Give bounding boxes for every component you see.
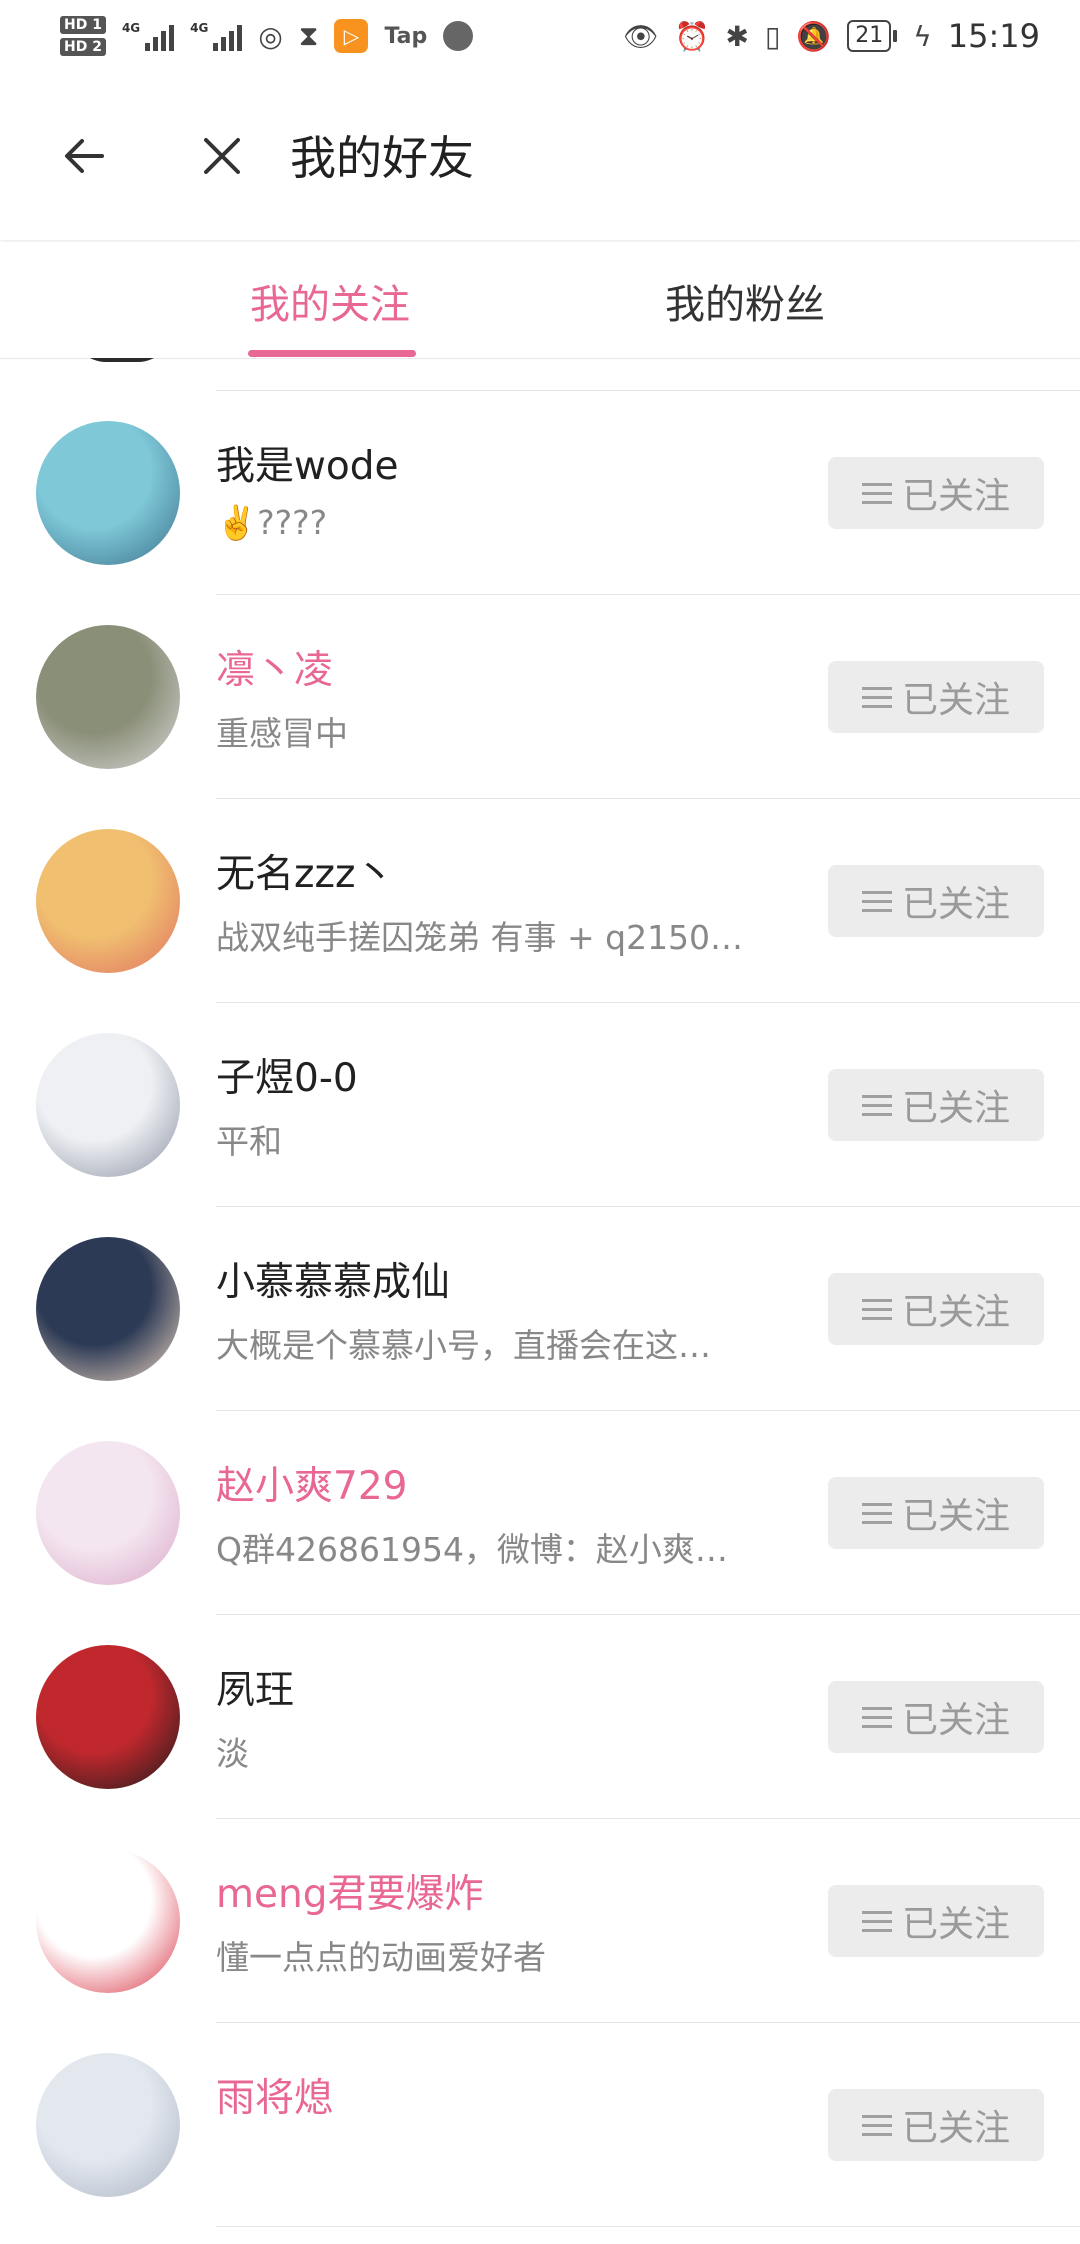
arrow-left-icon <box>65 139 104 173</box>
menu-icon <box>861 1910 892 1932</box>
menu-icon <box>861 686 892 708</box>
menu-icon <box>861 890 892 912</box>
followed-button[interactable]: 已关注 <box>828 457 1044 529</box>
tap-app-icon: ▷ <box>334 19 369 53</box>
status-bar-left: HD 1 HD 2 4G 4G ◎ ⧗ ▷ Tap <box>60 16 474 56</box>
alarm-icon: ⏰ <box>674 19 710 53</box>
list-item[interactable]: 凛丶凌重感冒中 已关注 <box>0 595 1080 799</box>
user-signature: 大概是个慕慕小号，直播会在这… <box>216 1326 711 1365</box>
list-item[interactable]: 夙玨淡 已关注 <box>0 1615 1080 1819</box>
globe-icon <box>443 21 474 51</box>
top-app-bar: 我的好友 <box>0 72 1080 240</box>
user-signature: 懂一点点的动画爱好者 <box>216 1938 546 1977</box>
menu-icon <box>861 1094 892 1116</box>
following-list[interactable]: 我是wode ✌️???? 已关注 凛丶凌 重感冒中 已关注 无名zzz丶 战双纯手搓囚笼弟 … <box>0 358 1080 2244</box>
list-item[interactable]: 小慕慕慕成仙大概是个慕慕小号，直播会在这… 已关注 <box>0 1207 1080 1411</box>
battery-icon: 21 <box>847 20 898 52</box>
menu-icon <box>861 1706 892 1728</box>
user-name[interactable]: 我是wode <box>216 435 399 491</box>
followed-button[interactable]: 已关注 <box>828 2089 1044 2161</box>
user-signature: Q群426861954，微博：赵小爽… <box>216 1530 728 1569</box>
avatar[interactable] <box>36 2053 180 2197</box>
followed-button[interactable]: 已关注 <box>828 1477 1044 1549</box>
close-button[interactable] <box>190 124 254 188</box>
avatar[interactable] <box>36 421 180 565</box>
bluetooth-icon: ✱ <box>725 19 749 53</box>
avatar[interactable] <box>36 829 180 973</box>
signal-icon-2: 4G <box>190 21 243 51</box>
followed-button-label: 已关注 <box>901 1292 1010 1333</box>
hd2-label: HD 2 <box>60 38 106 56</box>
net2-label: 4G <box>190 21 209 35</box>
tab-bar: 我的关注 我的粉丝 <box>0 242 1080 359</box>
menu-icon <box>861 1298 892 1320</box>
followed-button[interactable]: 已关注 <box>828 1885 1044 1957</box>
user-name[interactable]: 小慕慕慕成仙 <box>216 1251 450 1307</box>
vibrate-icon: ▯ <box>765 19 781 53</box>
status-bar-right: 👁 ⏰ ✱ ▯ 🔕 21 ϟ 15:19 <box>623 17 1040 55</box>
page-title: 我的好友 <box>290 131 474 185</box>
charging-icon: ϟ <box>913 19 932 53</box>
user-signature: 重感冒中 <box>216 714 348 753</box>
status-bar: HD 1 HD 2 4G 4G ◎ ⧗ ▷ Tap 👁 ⏰ ✱ ▯ 🔕 21 ϟ… <box>0 0 1080 72</box>
list-item[interactable]: 赵小爽729 Q群426861954，微博：赵小爽… 已关注 <box>0 1411 1080 1615</box>
tap-label: Tap <box>384 23 428 49</box>
followed-button-label: 已关注 <box>901 476 1010 517</box>
followed-button[interactable]: 已关注 <box>828 1069 1044 1141</box>
followed-button-label: 已关注 <box>901 2108 1010 2149</box>
divider <box>216 2226 1080 2227</box>
followed-button-label: 已关注 <box>901 1496 1010 1537</box>
avatar[interactable] <box>36 1441 180 1585</box>
user-name[interactable]: 无名zzz丶 <box>216 843 394 899</box>
followed-button[interactable]: 已关注 <box>828 661 1044 733</box>
tab-fans[interactable]: 我的粉丝 <box>665 272 825 330</box>
menu-icon <box>861 482 892 504</box>
followed-button-label: 已关注 <box>901 1700 1010 1741</box>
list-item[interactable]: 我是wode ✌️???? 已关注 <box>0 391 1080 595</box>
followed-button-label: 已关注 <box>901 884 1010 925</box>
net1-label: 4G <box>121 21 141 35</box>
list-item[interactable]: 子煜0-0 平和 已关注 <box>0 1003 1080 1207</box>
followed-button-label: 已关注 <box>901 680 1010 721</box>
list-item[interactable]: meng君要爆炸懂一点点的动画爱好者 已关注 <box>0 1819 1080 2023</box>
hd1-label: HD 1 <box>60 16 106 34</box>
user-signature: 平和 <box>216 1122 282 1161</box>
avatar[interactable] <box>72 358 172 362</box>
avatar[interactable] <box>36 1849 180 1993</box>
list-item[interactable]: 雨将熄已关注 <box>0 2023 1080 2227</box>
mute-icon: 🔕 <box>796 19 832 53</box>
list-item[interactable]: 无名zzz丶战双纯手搓囚笼弟 有事 + q2150… 已关注 <box>0 799 1080 1003</box>
followed-button-label: 已关注 <box>901 1904 1010 1945</box>
user-name[interactable]: 雨将熄 <box>216 2067 333 2123</box>
hourglass-icon: ⧗ <box>298 19 319 52</box>
user-name[interactable]: meng君要爆炸 <box>216 1863 483 1919</box>
hd-indicator: HD 1 HD 2 <box>60 16 106 56</box>
user-signature: 淡 <box>216 1734 249 1773</box>
avatar[interactable] <box>36 1645 180 1789</box>
tab-following[interactable]: 我的关注 <box>250 272 410 330</box>
followed-button[interactable]: 已关注 <box>828 1273 1044 1345</box>
avatar[interactable] <box>36 1033 180 1177</box>
menu-icon <box>861 2114 892 2136</box>
menu-icon <box>861 1502 892 1524</box>
active-tab-indicator <box>248 350 416 357</box>
wifi-icon: ◎ <box>258 19 283 53</box>
signal-icon: 4G <box>121 21 175 51</box>
close-icon <box>204 138 240 174</box>
followed-button-label: 已关注 <box>901 1088 1010 1129</box>
user-name[interactable]: 子煜0-0 <box>216 1047 358 1103</box>
followed-button[interactable]: 已关注 <box>828 865 1044 937</box>
user-signature: ✌️???? <box>216 503 328 542</box>
eye-icon: 👁 <box>623 19 659 53</box>
followed-button[interactable]: 已关注 <box>828 1681 1044 1753</box>
user-name[interactable]: 凛丶凌 <box>216 639 333 695</box>
user-signature: 战双纯手搓囚笼弟 有事 + q2150… <box>216 918 744 957</box>
user-name[interactable]: 夙玨 <box>216 1659 294 1715</box>
avatar[interactable] <box>36 1237 180 1381</box>
user-name[interactable]: 赵小爽729 <box>216 1455 407 1511</box>
back-button[interactable] <box>52 124 116 188</box>
clock: 15:19 <box>947 17 1040 55</box>
battery-level: 21 <box>847 20 892 52</box>
avatar[interactable] <box>36 625 180 769</box>
